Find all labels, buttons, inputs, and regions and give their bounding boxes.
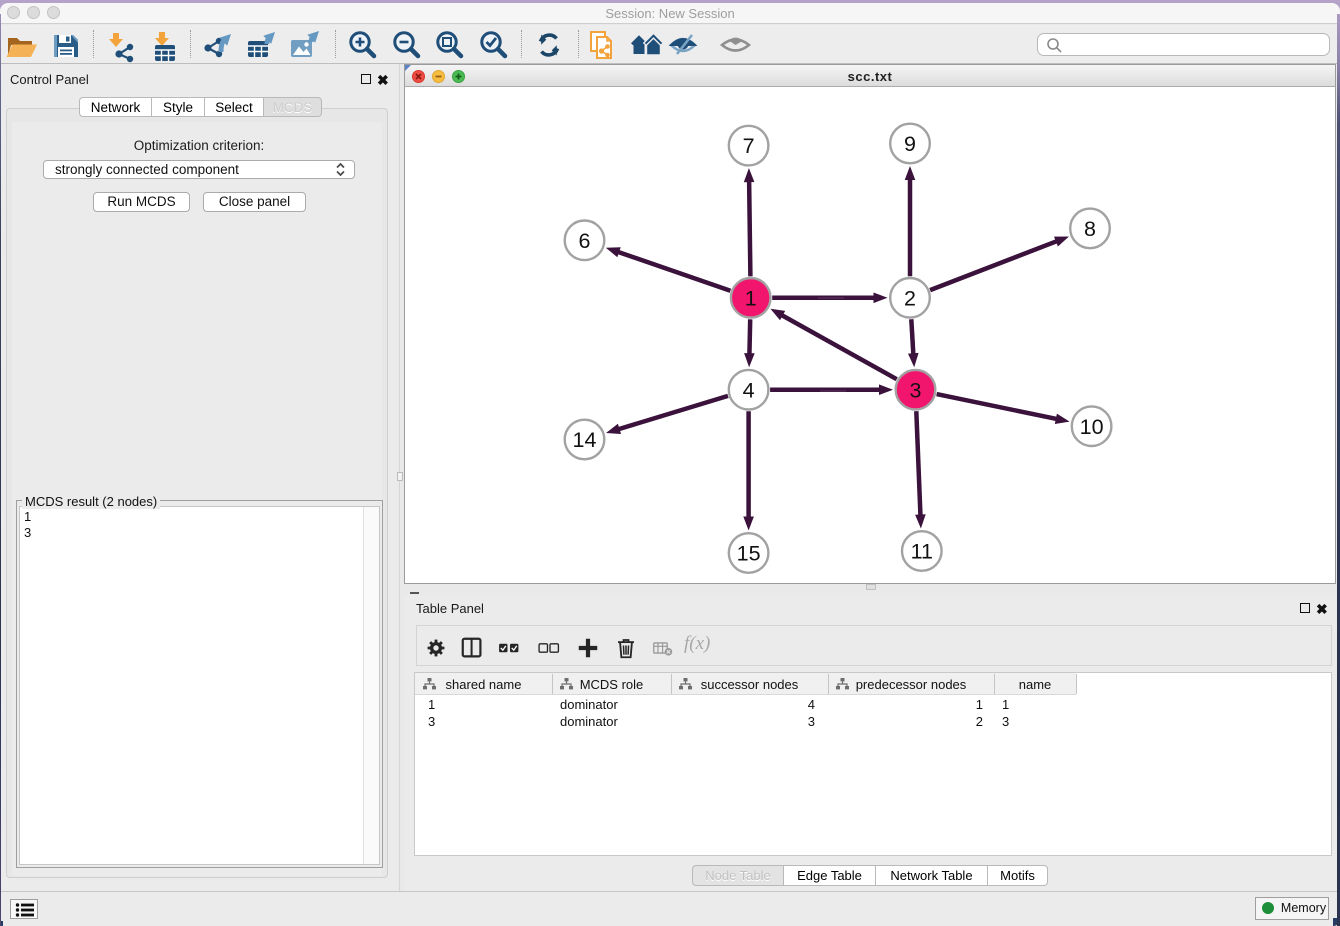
svg-text:4: 4: [743, 378, 755, 402]
svg-text:14: 14: [573, 428, 597, 452]
svg-text:7: 7: [743, 134, 755, 158]
svg-text:10: 10: [1080, 415, 1104, 439]
svg-text:15: 15: [737, 542, 761, 566]
svg-text:6: 6: [579, 229, 591, 253]
svg-text:3: 3: [910, 378, 922, 402]
svg-text:9: 9: [904, 132, 916, 156]
svg-text:8: 8: [1084, 217, 1096, 241]
svg-text:2: 2: [904, 286, 916, 310]
svg-text:1: 1: [745, 286, 757, 310]
svg-text:11: 11: [911, 540, 933, 564]
